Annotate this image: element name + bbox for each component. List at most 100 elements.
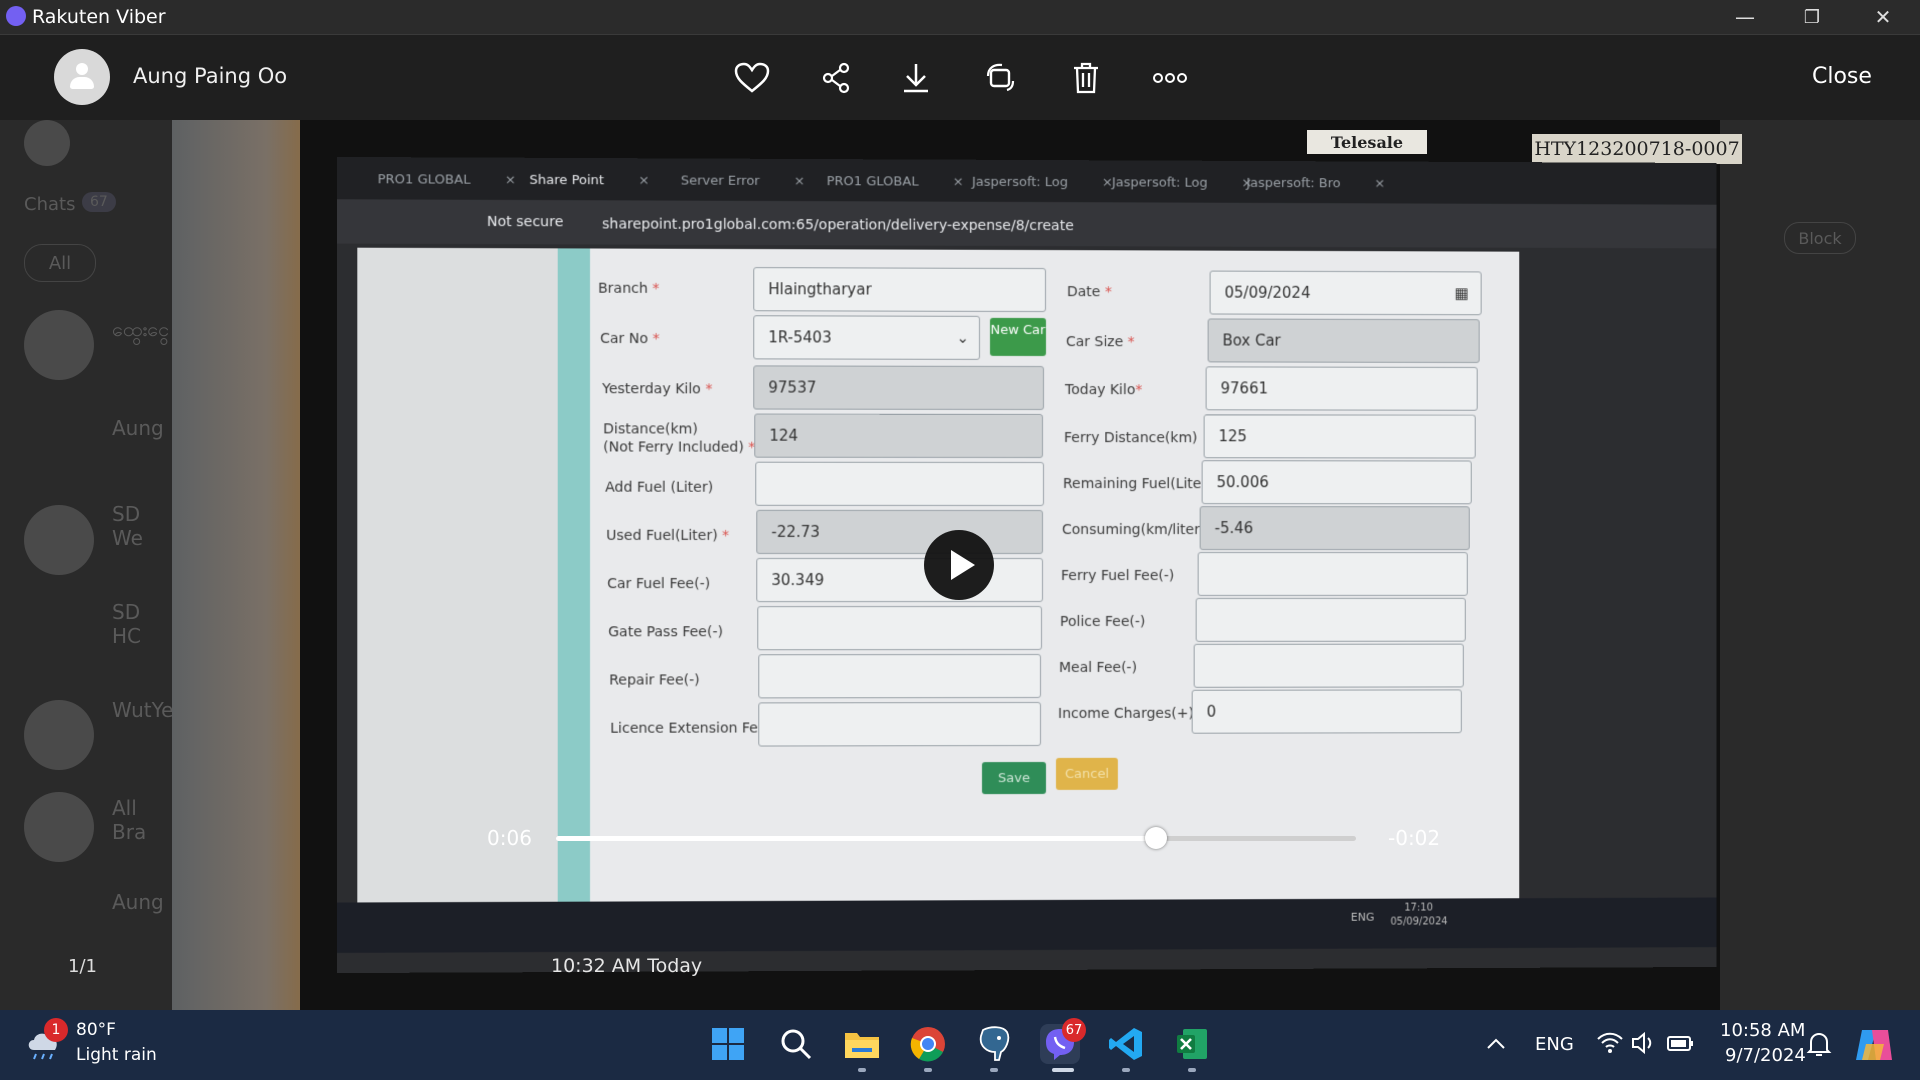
distance-field: 124	[754, 413, 1043, 459]
meal-fee-label: Meal Fee(-)	[1058, 659, 1137, 676]
distance-label: Distance(km)	[603, 421, 698, 438]
car-size-field: Box Car	[1207, 318, 1480, 363]
play-button[interactable]	[924, 530, 994, 600]
minimize-button[interactable]: —	[1720, 2, 1770, 32]
serial-sticker: HTY123200718-0007	[1532, 134, 1742, 164]
share-icon[interactable]	[816, 58, 856, 98]
chat-row-title: Aung	[112, 890, 164, 914]
file-explorer-icon[interactable]	[842, 1024, 882, 1064]
trash-icon[interactable]	[1066, 58, 1106, 98]
viewer-header	[0, 35, 1920, 120]
more-icon[interactable]	[1150, 58, 1190, 98]
ferry-fuel-fee-field	[1197, 552, 1468, 596]
chat-row-title: Aung	[112, 416, 164, 440]
running-indicator	[858, 1068, 866, 1072]
close-icon: ×	[793, 173, 805, 189]
viber-unread-badge: 67	[1062, 1018, 1086, 1042]
vscode-icon[interactable]	[1106, 1024, 1146, 1064]
postgres-icon[interactable]	[974, 1024, 1014, 1064]
progress-fill	[556, 836, 1156, 841]
tab-label: Jaspersoft: Bro	[1246, 175, 1341, 191]
yesterday-kilo-field: 97537	[753, 365, 1044, 411]
windows-start-icon[interactable]	[708, 1024, 748, 1064]
today-kilo-label: Today Kilo*	[1064, 382, 1143, 399]
photographed-language: ENG	[1350, 910, 1375, 924]
car-size-label: Car Size *	[1065, 334, 1135, 351]
heart-icon[interactable]	[732, 58, 772, 98]
chats-count-badge: 67	[82, 192, 116, 212]
browser-tab: Share Point ×	[529, 166, 649, 195]
licence-fee-label: Licence Extension Fee(-)	[610, 720, 783, 737]
window-title: Rakuten Viber	[32, 6, 166, 28]
close-icon: ×	[504, 172, 516, 188]
tab-label: Jaspersoft: Log	[1111, 174, 1208, 191]
tab-label: Share Point	[529, 172, 605, 188]
car-no-select: 1R-5403 ⌄	[753, 315, 980, 360]
weather-description: Light rain	[76, 1045, 157, 1065]
photographed-taskbar: ENG 17:10 05/09/2024	[337, 897, 1717, 953]
chat-row-title: SD We	[112, 502, 143, 550]
restore-button[interactable]: ❐	[1787, 2, 1837, 32]
chat-row-title: SD HC	[112, 600, 142, 648]
progress-thumb[interactable]	[1145, 827, 1167, 849]
sender-name: Aung Paing Oo	[133, 64, 288, 88]
message-timestamp: 10:32 AM Today	[551, 955, 703, 977]
today-kilo-field: 97661	[1205, 366, 1478, 411]
licence-fee-field	[758, 701, 1041, 747]
block-button: Block	[1784, 222, 1856, 254]
police-fee-label: Police Fee(-)	[1059, 613, 1146, 630]
running-indicator	[1122, 1068, 1130, 1072]
form-sidebar-strip	[557, 248, 591, 952]
chat-avatar	[24, 700, 94, 770]
close-icon: ×	[1374, 175, 1386, 191]
used-fuel-label: Used Fuel(Liter) *	[606, 527, 730, 544]
chat-row-title: All Bra	[112, 796, 147, 844]
repair-fee-field	[758, 653, 1041, 699]
battery-icon[interactable]	[1666, 1030, 1696, 1056]
tab-label: PRO1 GLOBAL	[826, 173, 919, 190]
rotate-icon[interactable]	[980, 58, 1020, 98]
income-charges-label: Income Charges(+)	[1057, 705, 1194, 722]
meal-fee-field	[1193, 643, 1464, 688]
chrome-icon[interactable]	[908, 1024, 948, 1064]
tab-label: Server Error	[680, 173, 760, 189]
add-fuel-field	[755, 461, 1044, 507]
copilot-icon[interactable]	[1854, 1026, 1894, 1064]
browser-url: sharepoint.pro1global.com:65/operation/d…	[602, 216, 1074, 235]
wifi-icon[interactable]	[1596, 1030, 1624, 1056]
chat-row-title: ထွေးငွေ	[112, 317, 170, 341]
date-field: 05/09/2024 ▦	[1209, 270, 1482, 316]
repair-fee-label: Repair Fee(-)	[609, 672, 700, 689]
avatar[interactable]	[54, 49, 110, 105]
excel-icon[interactable]	[1172, 1024, 1212, 1064]
close-icon: ×	[952, 174, 964, 190]
clock-date[interactable]: 9/7/2024	[1725, 1045, 1806, 1066]
close-viewer-button[interactable]: Close	[1812, 64, 1872, 89]
ferry-fuel-fee-label: Ferry Fuel Fee(-)	[1060, 567, 1175, 584]
add-fuel-label: Add Fuel (Liter)	[605, 479, 714, 496]
running-indicator	[1188, 1068, 1196, 1072]
chevron-up-icon[interactable]	[1484, 1032, 1508, 1056]
browser-tab-strip: PRO1 GLOBAL × Share Point × Server Error × …	[337, 156, 1717, 205]
cancel-button: Cancel	[1055, 757, 1118, 790]
car-fuel-fee-label: Car Fuel Fee(-)	[607, 576, 711, 593]
yesterday-kilo-label: Yesterday Kilo *	[602, 381, 713, 398]
tab-label: Jaspersoft: Log	[971, 174, 1069, 190]
remaining-fuel-field: 50.006	[1201, 460, 1472, 505]
calendar-icon: ▦	[1454, 284, 1469, 303]
search-icon[interactable]	[776, 1024, 816, 1064]
download-icon[interactable]	[896, 58, 936, 98]
income-charges-field: 0	[1191, 689, 1462, 734]
volume-icon[interactable]	[1630, 1030, 1658, 1056]
close-window-button[interactable]: ✕	[1858, 2, 1908, 32]
language-indicator[interactable]: ENG	[1535, 1034, 1574, 1055]
distance-sublabel: (Not Ferry Included) *	[603, 439, 756, 456]
branch-field: Hlaingtharyar	[753, 267, 1046, 313]
not-secure-label: Not secure	[486, 213, 564, 231]
clock-time[interactable]: 10:58 AM	[1720, 1020, 1805, 1041]
notification-bell-icon[interactable]	[1806, 1030, 1832, 1058]
browser-tab: PRO1 GLOBAL ×	[827, 167, 964, 196]
running-indicator	[924, 1068, 932, 1072]
weather-notification-badge: 1	[44, 1018, 68, 1042]
police-fee-field	[1195, 597, 1466, 642]
